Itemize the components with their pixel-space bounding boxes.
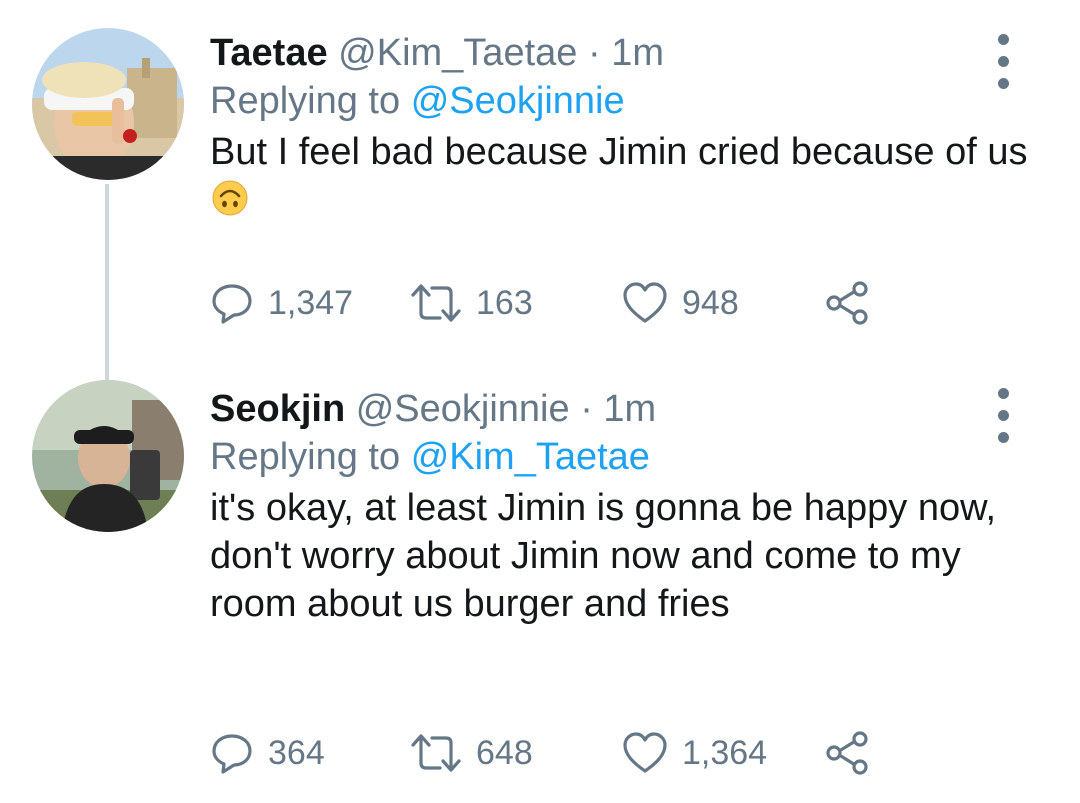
upside-down-face-emoji-icon — [212, 180, 248, 216]
tweet-header: Taetae @Kim_Taetae · 1m — [210, 30, 1040, 76]
like-count: 948 — [682, 283, 739, 322]
tweet-text-content: But I feel bad because Jimin cried becau… — [210, 131, 1028, 173]
tweet-header: Seokjin @Seokjinnie · 1m — [210, 386, 1040, 432]
retweet-icon — [411, 284, 461, 322]
share-icon — [826, 731, 868, 775]
replying-to-label: Replying to — [210, 436, 401, 478]
tweet-content: Taetae @Kim_Taetae · 1m Replying to @Seo… — [210, 30, 1040, 224]
like-button[interactable]: 948 — [622, 278, 739, 328]
more-vertical-icon[interactable] — [996, 34, 1010, 104]
tweet-text: But I feel bad because Jimin cried becau… — [210, 128, 1040, 224]
replying-to-label: Replying to — [210, 80, 401, 122]
like-icon — [623, 732, 667, 773]
more-vertical-icon[interactable] — [996, 388, 1010, 458]
display-name[interactable]: Taetae — [210, 32, 328, 74]
separator-dot: · — [580, 388, 593, 430]
reply-icon — [212, 734, 252, 774]
retweet-count: 648 — [476, 733, 533, 772]
user-handle[interactable]: @Seokjinnie — [356, 388, 570, 430]
avatar[interactable] — [32, 380, 184, 532]
tweet-actions: 364 648 1,364 — [210, 728, 910, 778]
reply-count: 364 — [268, 733, 325, 772]
display-name[interactable]: Seokjin — [210, 388, 345, 430]
retweet-button[interactable]: 648 — [410, 728, 533, 778]
share-icon — [826, 281, 868, 325]
share-button[interactable] — [824, 278, 870, 328]
user-handle[interactable]: @Kim_Taetae — [338, 32, 577, 74]
tweet-seokjin[interactable]: Seokjin @Seokjinnie · 1m Replying to @Ki… — [0, 370, 1080, 800]
tweet-actions: 1,347 163 948 — [210, 278, 910, 328]
like-button[interactable]: 1,364 — [622, 728, 767, 778]
reply-button[interactable]: 1,347 — [210, 278, 353, 328]
retweet-button[interactable]: 163 — [410, 278, 533, 328]
retweet-count: 163 — [476, 283, 533, 322]
reply-button[interactable]: 364 — [210, 728, 325, 778]
replying-to-link[interactable]: @Seokjinnie — [411, 80, 625, 122]
tweet-text: it's okay, at least Jimin is gonna be ha… — [210, 487, 996, 625]
timestamp[interactable]: 1m — [603, 388, 656, 430]
reply-icon — [212, 284, 252, 324]
avatar[interactable] — [32, 28, 184, 180]
replying-to-line: Replying to @Seokjinnie — [210, 76, 1040, 126]
tweet-taetae[interactable]: Taetae @Kim_Taetae · 1m Replying to @Seo… — [0, 0, 1080, 370]
timestamp[interactable]: 1m — [611, 32, 664, 74]
like-icon — [623, 282, 667, 323]
reply-count: 1,347 — [268, 283, 354, 322]
separator-dot: · — [587, 32, 601, 74]
share-button[interactable] — [824, 728, 870, 778]
replying-to-link[interactable]: @Kim_Taetae — [411, 436, 650, 478]
tweet-content: Seokjin @Seokjinnie · 1m Replying to @Ki… — [210, 386, 1040, 628]
replying-to-line: Replying to @Kim_Taetae — [210, 432, 1040, 482]
like-count: 1,364 — [682, 733, 768, 772]
retweet-icon — [411, 734, 461, 772]
